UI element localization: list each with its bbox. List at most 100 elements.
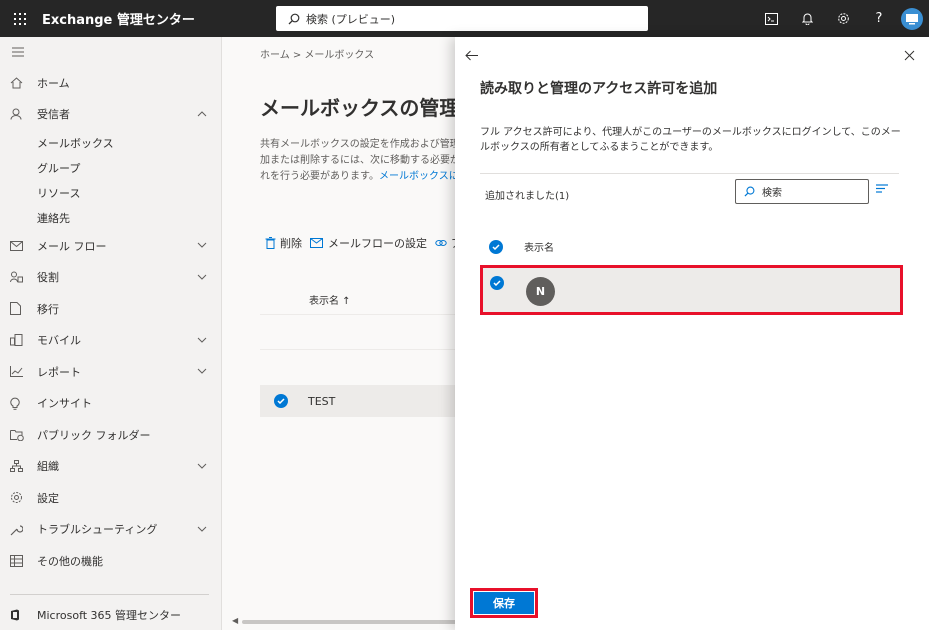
panel-description: フル アクセス許可により、代理人がこのユーザーのメールボックスにログインして、こ… (480, 127, 901, 153)
app-title[interactable]: Exchange 管理センター (42, 9, 272, 28)
row-display-name: TEST (308, 394, 336, 408)
sidebar-item-label: メール フロー (37, 239, 107, 253)
chevron-up-icon (197, 109, 207, 120)
document-icon (10, 302, 37, 316)
sidebar-item-label: 受信者 (37, 108, 70, 122)
sidebar-footer-label: Microsoft 365 管理センター (37, 609, 182, 622)
sidebar-subitem-contacts[interactable]: 連絡先 (0, 205, 221, 230)
avatar: N (526, 277, 555, 306)
office-icon (10, 609, 37, 621)
member-search-placeholder: 検索 (762, 188, 782, 199)
list-header: 表示名 (489, 239, 554, 254)
top-bar: Exchange 管理センター 検索 (プレビュー) ? (0, 0, 929, 37)
save-highlight: 保存 (470, 588, 538, 618)
trash-icon (265, 237, 276, 249)
global-search-placeholder: 検索 (プレビュー) (306, 12, 396, 26)
sidebar-item-label: 移行 (37, 302, 59, 316)
breadcrumb[interactable]: ホーム > メールボックス (260, 46, 374, 61)
sidebar-subitem-resources[interactable]: リソース (0, 180, 221, 205)
sidebar-item-label: モバイル (37, 334, 81, 348)
back-arrow-icon[interactable] (465, 47, 479, 65)
table-row[interactable]: TEST (260, 385, 470, 417)
gear-icon (10, 491, 37, 504)
added-count-label: 追加されました(1) (485, 191, 570, 202)
search-icon (288, 13, 306, 25)
member-search-input[interactable]: 検索 (735, 179, 869, 204)
add-permission-panel: 読み取りと管理のアクセス許可を追加 フル アクセス許可により、代理人がこのユーザ… (455, 37, 929, 630)
sidebar-item-mobile[interactable]: モバイル (0, 325, 221, 357)
checkmark-icon[interactable] (274, 394, 288, 408)
sidebar-item-label: インサイト (37, 397, 92, 411)
column-header-display-name[interactable]: 表示名 (524, 239, 554, 254)
mailflow-settings-button[interactable]: メールフローの設定 (310, 235, 427, 251)
lightbulb-icon (10, 397, 37, 410)
page-description: 共有メールボックスの設定を作成および管理 加または削除するには、次に移動する必要… (260, 139, 470, 182)
sidebar-item-organization[interactable]: 組織 (0, 451, 221, 483)
help-icon[interactable]: ? (861, 0, 897, 37)
home-icon (10, 77, 37, 89)
mail-settings-icon (310, 237, 324, 249)
sidebar-item-home[interactable]: ホーム (0, 67, 221, 99)
horizontal-scrollbar[interactable]: ◀ (232, 616, 462, 625)
sidebar-item-settings[interactable]: 設定 (0, 482, 221, 514)
sidebar-item-migration[interactable]: 移行 (0, 293, 221, 325)
scrollbar-thumb[interactable] (242, 620, 462, 624)
sidebar-item-reports[interactable]: レポート (0, 356, 221, 388)
sidebar-subitem-mailboxes[interactable]: メールボックス (0, 130, 221, 155)
chart-line-icon (10, 366, 37, 378)
panel-divider (480, 173, 899, 174)
org-chart-icon (10, 460, 37, 473)
sidebar-item-other-features[interactable]: その他の機能 (0, 545, 221, 577)
table-divider (260, 349, 462, 350)
global-search-input[interactable]: 検索 (プレビュー) (276, 6, 648, 31)
hamburger-menu-icon[interactable] (0, 37, 221, 67)
sidebar-item-recipients[interactable]: 受信者 (0, 99, 221, 131)
command-bar: 削除 メールフローの設定 ア (265, 235, 470, 251)
sidebar-item-label: トラブルシューティング (37, 523, 158, 537)
sidebar-item-public-folders[interactable]: パブリック フォルダー (0, 419, 221, 451)
table-divider (260, 314, 462, 315)
sidebar-item-roles[interactable]: 役割 (0, 262, 221, 294)
sidebar-item-label: パブリック フォルダー (37, 428, 151, 442)
grid-icon (10, 554, 37, 567)
list-item[interactable]: N (480, 265, 903, 315)
sidebar-item-troubleshooting[interactable]: トラブルシューティング (0, 514, 221, 546)
column-header-display-name[interactable]: 表示名 ↑ (309, 292, 351, 307)
left-navigation: ホーム 受信者 メールボックス グループ リソース 連絡先 メール フロー 役割… (0, 37, 222, 630)
search-icon (744, 186, 762, 197)
chevron-down-icon (197, 524, 207, 535)
panel-title: 読み取りと管理のアクセス許可を追加 (480, 81, 718, 97)
chevron-down-icon (197, 461, 207, 472)
settings-gear-icon[interactable] (825, 0, 861, 37)
app-launcher-icon[interactable] (0, 0, 40, 37)
scroll-left-icon[interactable]: ◀ (232, 616, 238, 625)
chevron-down-icon (197, 335, 207, 346)
mail-icon (10, 240, 37, 251)
sidebar-subitem-groups[interactable]: グループ (0, 155, 221, 180)
select-all-checkmark-icon[interactable] (489, 239, 503, 254)
page-title: メールボックスの管理 (260, 96, 460, 120)
chevron-down-icon (197, 272, 207, 283)
sidebar-item-mail-flow[interactable]: メール フロー (0, 230, 221, 262)
checkmark-icon[interactable] (490, 276, 504, 290)
chevron-down-icon (197, 240, 207, 251)
sidebar-item-insights[interactable]: インサイト (0, 388, 221, 420)
sidebar-item-label: 設定 (37, 491, 59, 505)
main-content: ホーム > メールボックス メールボックスの管理 共有メールボックスの設定を作成… (222, 37, 470, 630)
sidebar-item-label: 組織 (37, 460, 59, 474)
sidebar-item-label: その他の機能 (37, 554, 103, 568)
roles-icon (10, 271, 37, 283)
delete-button[interactable]: 削除 (265, 235, 302, 251)
save-button[interactable]: 保存 (474, 592, 534, 614)
sidebar-item-label: ホーム (37, 76, 70, 90)
cloud-shell-icon[interactable] (753, 0, 789, 37)
notification-bell-icon[interactable] (789, 0, 825, 37)
user-avatar[interactable] (901, 7, 923, 30)
filter-lines-icon[interactable] (876, 184, 888, 193)
close-icon[interactable] (904, 47, 915, 65)
sidebar-divider (10, 594, 209, 595)
folder-globe-icon (10, 429, 37, 441)
person-icon (10, 108, 37, 120)
sidebar-item-label: 役割 (37, 271, 59, 285)
sidebar-item-m365-admin-center[interactable]: Microsoft 365 管理センター (10, 605, 181, 625)
